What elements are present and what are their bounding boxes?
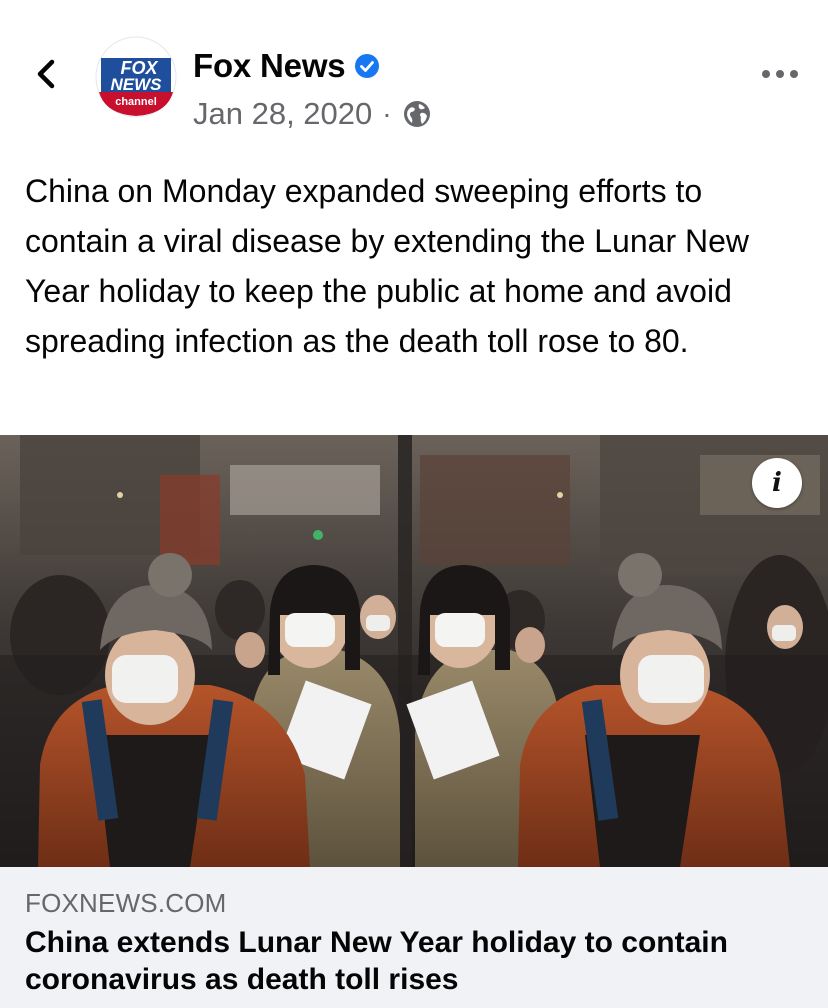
post-date[interactable]: Jan 28, 2020 xyxy=(193,96,372,132)
post-header: FOX NEWS channel Fox News Jan 28, 2020 · xyxy=(0,0,828,150)
back-button[interactable] xyxy=(30,54,64,94)
globe-icon xyxy=(403,101,430,127)
fox-news-logo: FOX NEWS channel xyxy=(95,36,177,118)
verified-badge-icon xyxy=(355,54,380,78)
info-icon: i xyxy=(772,468,782,498)
more-horizontal-icon xyxy=(762,70,798,78)
info-button[interactable]: i xyxy=(752,458,802,508)
post-text: China on Monday expanded sweeping effort… xyxy=(25,173,749,359)
more-options-button[interactable] xyxy=(760,66,800,82)
page-name[interactable]: Fox News xyxy=(193,47,346,85)
post-meta: Jan 28, 2020 · xyxy=(193,94,432,134)
logo-text-channel: channel xyxy=(115,96,157,108)
avatar[interactable]: FOX NEWS channel xyxy=(95,36,177,118)
link-domain: FOXNEWS.COM xyxy=(25,888,227,918)
meta-separator: · xyxy=(382,98,392,129)
logo-text-news: NEWS xyxy=(111,75,163,94)
chevron-left-icon xyxy=(37,59,55,89)
article-image[interactable] xyxy=(0,435,828,867)
link-title[interactable]: China extends Lunar New Year holiday to … xyxy=(25,924,815,998)
page-name-row: Fox News xyxy=(193,44,380,88)
